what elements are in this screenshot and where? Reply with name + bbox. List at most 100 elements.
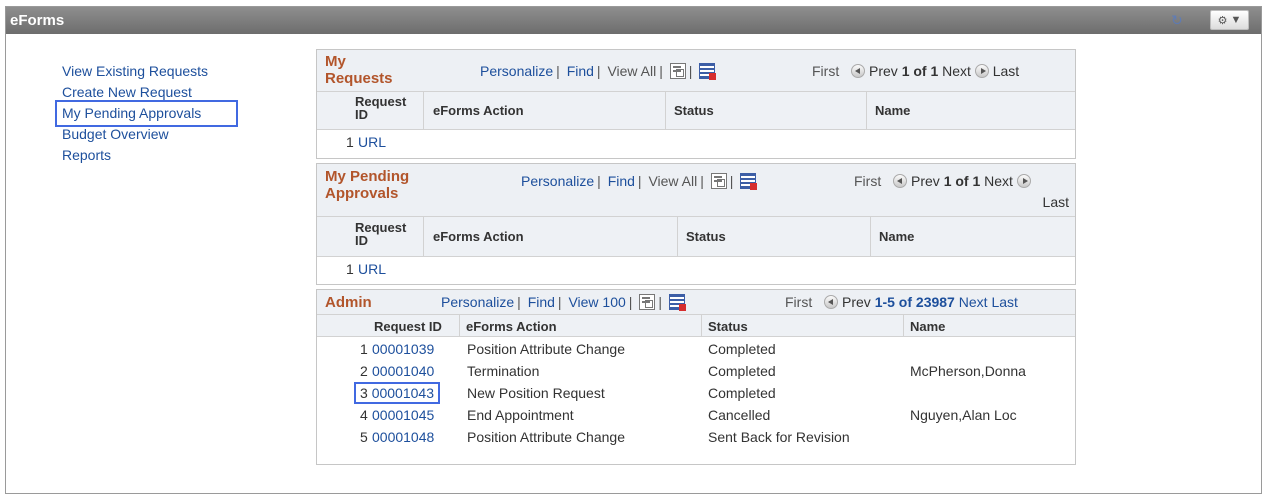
request-id-link[interactable]: 00001039 (372, 341, 434, 357)
grid-title: My Pending Approvals (325, 168, 410, 202)
nav-budget-overview[interactable]: Budget Overview (62, 124, 235, 145)
personalize-link[interactable]: Personalize (480, 63, 553, 79)
zoom-grid-icon[interactable] (669, 63, 686, 79)
row-number: 1 (360, 341, 368, 357)
grid-header: My Requests Personalize | Find | View All | … (317, 50, 1075, 92)
download-excel-icon[interactable] (668, 294, 686, 311)
eforms-nav: View Existing Requests Create New Reques… (55, 61, 238, 166)
table-row: 1 URL (317, 134, 1075, 154)
find-link[interactable]: Find (528, 294, 555, 310)
next-link[interactable]: Next (984, 173, 1013, 189)
status: Completed (708, 363, 776, 379)
last-link[interactable]: Last (993, 63, 1019, 79)
table-row: 2 00001040 Termination Completed McPhers… (317, 363, 1075, 385)
highlighted-request-cell: 3 00001043 (354, 382, 440, 404)
nav-my-pending-approvals[interactable]: My Pending Approvals (55, 100, 238, 127)
prev-link[interactable]: Prev (869, 63, 898, 79)
request-id-link[interactable]: 00001045 (372, 407, 434, 423)
personalize-link[interactable]: Personalize (441, 294, 514, 310)
name: Nguyen,Alan Loc (910, 407, 1017, 423)
prev-arrow-icon[interactable] (851, 64, 866, 78)
grid-pager: First Prev 1 of 1 Next Last (812, 63, 1019, 79)
next-arrow-icon[interactable] (1016, 174, 1031, 188)
request-id-link[interactable]: 00001040 (372, 363, 434, 379)
col-name[interactable]: Name (879, 229, 914, 244)
admin-grid: Admin Personalize | Find | View 100 | | Fir… (316, 289, 1076, 465)
request-id-link[interactable]: 00001048 (372, 429, 434, 445)
last-link[interactable]: Last (1043, 194, 1069, 210)
next-link[interactable]: Next (959, 294, 988, 310)
col-status[interactable]: Status (686, 229, 726, 244)
page-count: 1-5 of 23987 (874, 294, 955, 310)
grid-title: My Requests (325, 53, 393, 87)
eforms-action: New Position Request (467, 385, 605, 401)
nav-create-new-request[interactable]: Create New Request (62, 82, 235, 103)
grid-column-headers: Request ID eForms Action Status Name (317, 315, 1075, 337)
status: Completed (708, 341, 776, 357)
view-all-link[interactable]: View All (607, 63, 656, 79)
grid-pager: First Prev 1-5 of 23987 Next Last (785, 294, 1018, 310)
first-link[interactable]: First (812, 63, 839, 79)
find-link[interactable]: Find (567, 63, 594, 79)
grid-pager: First Prev 1 of 1 Next (854, 173, 1031, 189)
gear-icon: ⚙ (1217, 14, 1228, 27)
first-link[interactable]: First (854, 173, 881, 189)
prev-link[interactable]: Prev (911, 173, 940, 189)
eforms-action: Position Attribute Change (467, 429, 625, 445)
grid-header: My Pending Approvals Personalize | Find | V… (317, 164, 1075, 217)
status: Cancelled (708, 407, 771, 423)
table-row: 3 00001043 New Position Request Complete… (317, 382, 1075, 407)
zoom-grid-icon[interactable] (639, 294, 656, 310)
download-excel-icon[interactable] (740, 173, 758, 190)
col-eforms-action[interactable]: eForms Action (433, 103, 524, 118)
pagelet-title: eForms (10, 12, 65, 29)
eforms-action: Position Attribute Change (467, 341, 625, 357)
grid-nav: Personalize | Find | View All | | (480, 63, 717, 80)
first-link[interactable]: First (785, 294, 812, 310)
col-status[interactable]: Status (674, 103, 714, 118)
row-number: 2 (360, 363, 368, 379)
zoom-grid-icon[interactable] (710, 173, 727, 189)
col-name[interactable]: Name (910, 319, 945, 334)
grid-nav: Personalize | Find | View 100 | | (441, 294, 686, 311)
col-request-id[interactable]: Request ID (355, 221, 406, 247)
status: Sent Back for Revision (708, 429, 850, 445)
row-number: 3 (360, 385, 368, 401)
view-all-link[interactable]: View All (648, 173, 697, 189)
grid-column-headers: Request ID eForms Action Status Name (317, 92, 1075, 130)
row-number: 4 (360, 407, 368, 423)
request-id-link[interactable]: URL (358, 134, 386, 150)
personalize-link[interactable]: Personalize (521, 173, 594, 189)
next-link[interactable]: Next (942, 63, 971, 79)
col-eforms-action[interactable]: eForms Action (466, 319, 557, 334)
request-id-link[interactable]: URL (358, 261, 386, 277)
next-arrow-icon[interactable] (974, 64, 989, 78)
refresh-icon[interactable]: ↻ (1171, 13, 1185, 27)
name: McPherson,Donna (910, 363, 1026, 379)
col-status[interactable]: Status (708, 319, 748, 334)
view-100-link[interactable]: View 100 (568, 294, 625, 310)
col-name[interactable]: Name (875, 103, 910, 118)
request-id-link[interactable]: 00001043 (372, 385, 434, 401)
row-number: 1 (346, 134, 354, 150)
last-link[interactable]: Last (991, 294, 1017, 310)
nav-reports[interactable]: Reports (62, 145, 235, 166)
status: Completed (708, 385, 776, 401)
col-request-id[interactable]: Request ID (374, 319, 442, 334)
prev-arrow-icon[interactable] (893, 174, 908, 188)
eforms-pagelet: eForms ↻ ⚙ ▼ View Existing Requests Crea… (5, 6, 1262, 494)
pagelet-titlebar: eForms ↻ ⚙ ▼ (6, 7, 1261, 34)
prev-arrow-icon[interactable] (824, 295, 839, 309)
grid-title: Admin (325, 294, 372, 311)
pagelet-options-button[interactable]: ⚙ ▼ (1210, 10, 1249, 30)
prev-link[interactable]: Prev (842, 294, 871, 310)
table-row: 5 00001048 Position Attribute Change Sen… (317, 429, 1075, 451)
col-eforms-action[interactable]: eForms Action (433, 229, 524, 244)
col-request-id[interactable]: Request ID (355, 95, 406, 121)
table-row: 4 00001045 End Appointment Cancelled Ngu… (317, 407, 1075, 429)
row-number: 5 (360, 429, 368, 445)
nav-view-existing-requests[interactable]: View Existing Requests (62, 61, 235, 82)
find-link[interactable]: Find (608, 173, 635, 189)
grid-header: Admin Personalize | Find | View 100 | | Fir… (317, 290, 1075, 315)
download-excel-icon[interactable] (699, 63, 717, 80)
